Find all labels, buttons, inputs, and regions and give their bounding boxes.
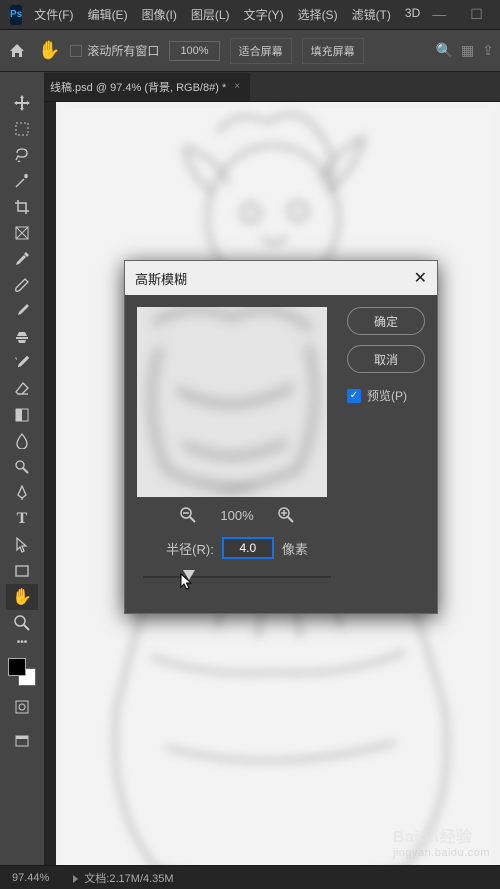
- options-right-icons: 🔍 ▦ ⇪: [436, 42, 494, 59]
- tools-panel: T ✋ •••: [0, 72, 44, 865]
- lasso-tool[interactable]: [6, 142, 38, 168]
- radius-label: 半径(R):: [166, 539, 214, 558]
- gradient-tool[interactable]: [6, 402, 38, 428]
- blur-tool[interactable]: [6, 428, 38, 454]
- zoom-tool[interactable]: [6, 610, 38, 636]
- clone-stamp-tool[interactable]: [6, 324, 38, 350]
- cursor-icon: [180, 573, 194, 591]
- history-brush-tool[interactable]: [6, 350, 38, 376]
- ok-button[interactable]: 确定: [347, 307, 425, 335]
- fit-screen-button[interactable]: 适合屏幕: [230, 38, 292, 64]
- zoom-percent-field[interactable]: 100%: [169, 41, 219, 61]
- search-icon[interactable]: 🔍: [436, 42, 453, 59]
- zoom-out-icon[interactable]: [180, 507, 196, 523]
- screen-mode-toggle[interactable]: [6, 728, 38, 754]
- dialog-title: 高斯模糊: [135, 269, 187, 288]
- tab-label: 线稿.psd @ 97.4% (背景, RGB/8#) *: [50, 79, 226, 95]
- menu-3d[interactable]: 3D: [399, 2, 426, 27]
- checkbox-icon: [70, 45, 82, 57]
- share-icon[interactable]: ⇪: [482, 42, 494, 59]
- color-swatches[interactable]: [8, 658, 36, 686]
- menu-edit[interactable]: 编辑(E): [82, 2, 134, 27]
- dialog-buttons: 确定 取消 ✓ 预览(P): [347, 307, 425, 601]
- radius-slider[interactable]: [137, 569, 337, 585]
- document-tabs: 线稿.psd @ 97.4% (背景, RGB/8#) * ×: [0, 72, 500, 102]
- menu-image[interactable]: 图像(I): [136, 2, 183, 27]
- path-selection-tool[interactable]: [6, 532, 38, 558]
- preview-artwork: [137, 307, 327, 497]
- scroll-all-windows-checkbox[interactable]: 滚动所有窗口: [70, 42, 159, 59]
- menu-filter[interactable]: 滤镜(T): [346, 2, 397, 27]
- scroll-all-windows-label: 滚动所有窗口: [87, 42, 159, 59]
- dodge-tool[interactable]: [6, 454, 38, 480]
- tab-close-icon[interactable]: ×: [234, 81, 240, 92]
- dialog-titlebar[interactable]: 高斯模糊 ✕: [125, 261, 437, 295]
- checkbox-checked-icon: ✓: [347, 389, 361, 403]
- minimize-button[interactable]: —: [426, 4, 452, 25]
- slider-track: [143, 576, 331, 578]
- gaussian-blur-dialog: 高斯模糊 ✕ 100%: [124, 260, 438, 614]
- brush-tool[interactable]: [6, 298, 38, 324]
- dialog-left-column: 100% 半径(R): 像素: [137, 307, 337, 601]
- fill-screen-button[interactable]: 填充屏幕: [302, 38, 364, 64]
- title-bar: Ps 文件(F) 编辑(E) 图像(I) 图层(L) 文字(Y) 选择(S) 滤…: [0, 0, 500, 30]
- healing-brush-tool[interactable]: [6, 272, 38, 298]
- radius-unit: 像素: [282, 539, 308, 558]
- app-logo: Ps: [10, 5, 22, 25]
- window-controls: — ☐ ✕: [426, 4, 500, 25]
- menu-type[interactable]: 文字(Y): [238, 2, 290, 27]
- preview-zoom-controls: 100%: [137, 507, 337, 523]
- dialog-close-button[interactable]: ✕: [414, 268, 427, 288]
- watermark-main: Baidli经验: [393, 829, 473, 846]
- crop-tool[interactable]: [6, 194, 38, 220]
- watermark-sub: jingyan.baidu.com: [393, 847, 490, 859]
- cancel-button[interactable]: 取消: [347, 345, 425, 373]
- status-doc-size[interactable]: 文档:2.17M/4.35M: [73, 870, 173, 886]
- rectangle-tool[interactable]: [6, 558, 38, 584]
- layout-icon[interactable]: ▦: [461, 42, 474, 59]
- radius-row: 半径(R): 像素: [137, 537, 337, 559]
- pen-tool[interactable]: [6, 480, 38, 506]
- edit-toolbar[interactable]: •••: [6, 636, 38, 648]
- menu-select[interactable]: 选择(S): [292, 2, 344, 27]
- foreground-color-swatch[interactable]: [8, 658, 26, 676]
- watermark: Baidli经验 jingyan.baidu.com: [393, 823, 490, 859]
- hand-tool[interactable]: ✋: [6, 584, 38, 610]
- eyedropper-tool[interactable]: [6, 246, 38, 272]
- menu-file[interactable]: 文件(F): [28, 2, 79, 27]
- radius-input[interactable]: [222, 537, 274, 559]
- preview-checkbox[interactable]: ✓ 预览(P): [347, 387, 425, 404]
- options-bar: ✋ 滚动所有窗口 100% 适合屏幕 填充屏幕 🔍 ▦ ⇪: [0, 30, 500, 72]
- eraser-tool[interactable]: [6, 376, 38, 402]
- zoom-in-icon[interactable]: [278, 507, 294, 523]
- maximize-button[interactable]: ☐: [464, 4, 489, 25]
- quick-mask-toggle[interactable]: [6, 694, 38, 720]
- home-icon[interactable]: [6, 41, 28, 61]
- frame-tool[interactable]: [6, 220, 38, 246]
- menu-layer[interactable]: 图层(L): [185, 2, 236, 27]
- preview-label: 预览(P): [367, 387, 407, 404]
- status-zoom[interactable]: 97.44%: [12, 872, 49, 884]
- main-menu: 文件(F) 编辑(E) 图像(I) 图层(L) 文字(Y) 选择(S) 滤镜(T…: [28, 2, 426, 27]
- preview-zoom-value: 100%: [220, 508, 253, 523]
- type-tool[interactable]: T: [6, 506, 38, 532]
- move-tool[interactable]: [6, 90, 38, 116]
- status-bar: 97.44% 文档:2.17M/4.35M: [0, 865, 500, 889]
- document-tab[interactable]: 线稿.psd @ 97.4% (背景, RGB/8#) * ×: [40, 73, 250, 101]
- marquee-tool[interactable]: [6, 116, 38, 142]
- magic-wand-tool[interactable]: [6, 168, 38, 194]
- dialog-body: 100% 半径(R): 像素 确定 取消 ✓ 预览(P): [125, 295, 437, 613]
- hand-tool-icon[interactable]: ✋: [38, 40, 60, 61]
- preview-thumbnail[interactable]: [137, 307, 327, 497]
